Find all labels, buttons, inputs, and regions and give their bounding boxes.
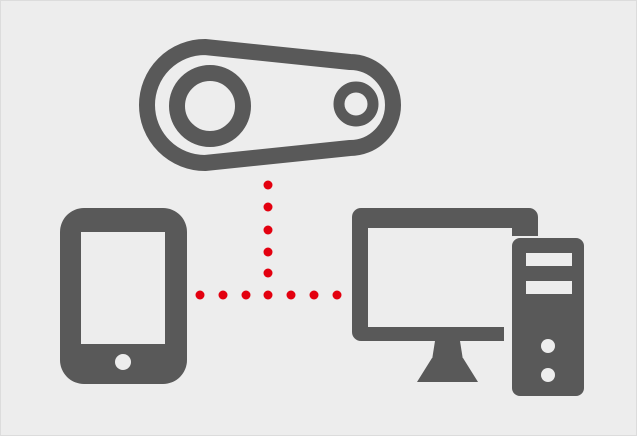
smartphone-home-button xyxy=(115,354,131,370)
drive-bay-1 xyxy=(526,253,572,266)
smartphone-icon xyxy=(60,208,187,384)
connectivity-illustration xyxy=(0,0,637,436)
reset-button xyxy=(541,368,555,382)
power-button xyxy=(541,339,555,353)
smartphone-screen xyxy=(81,232,165,344)
monitor-neck xyxy=(432,341,463,360)
drive-bay-2 xyxy=(526,281,572,294)
illustration xyxy=(0,0,637,436)
monitor-screen xyxy=(368,228,511,327)
